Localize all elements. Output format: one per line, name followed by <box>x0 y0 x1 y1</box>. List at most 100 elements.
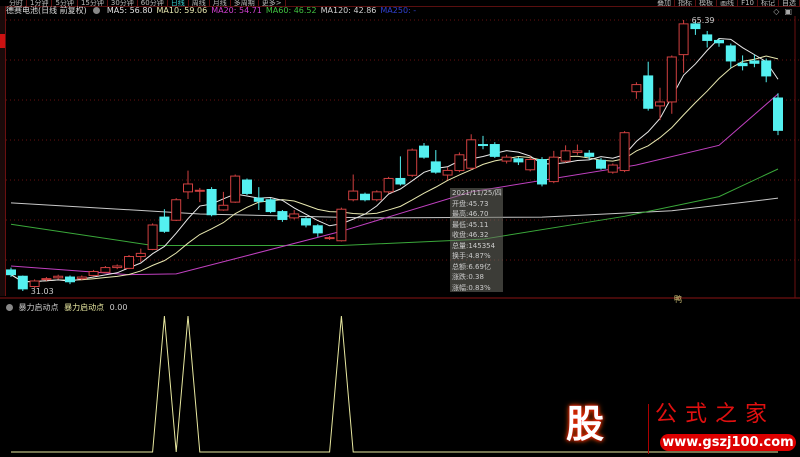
tooltip-line: 最高:46.70 <box>452 210 489 218</box>
candle[interactable] <box>655 87 665 121</box>
candle-body <box>761 60 772 77</box>
candle[interactable] <box>714 38 724 47</box>
candle[interactable] <box>737 55 748 71</box>
candle[interactable] <box>678 20 689 73</box>
candle[interactable] <box>442 167 453 180</box>
candle-body <box>548 156 559 183</box>
low-price-label: 31.03 <box>31 287 54 296</box>
candle-body <box>53 275 64 279</box>
candle[interactable] <box>218 191 229 211</box>
candle-body <box>301 218 311 226</box>
candle-body <box>643 75 654 109</box>
ma5-line <box>10 38 779 283</box>
candle[interactable] <box>619 131 630 173</box>
candle[interactable] <box>301 217 311 228</box>
candle[interactable] <box>324 236 335 240</box>
candle[interactable] <box>112 264 123 270</box>
candle[interactable] <box>501 154 512 164</box>
candle[interactable] <box>17 275 28 291</box>
diamond-icon[interactable]: ◇ <box>773 7 779 16</box>
candle[interactable] <box>265 198 276 214</box>
candle[interactable] <box>100 265 111 274</box>
candle-body <box>489 144 500 157</box>
candle[interactable] <box>206 187 217 217</box>
ma-label-2: MA20: 54.71 <box>211 6 262 15</box>
candle[interactable] <box>572 144 583 155</box>
candle[interactable] <box>348 174 359 202</box>
candle-body <box>596 159 606 169</box>
top-right-icons: ◇ ▣ <box>768 7 792 16</box>
candle-body <box>395 177 406 185</box>
candle-body <box>65 276 75 283</box>
kline-chart[interactable]: 65.39 31.03 鸭 <box>0 0 800 457</box>
candle[interactable] <box>513 157 524 166</box>
ma-label-1: MA10: 59.06 <box>156 6 208 15</box>
settings-dot-icon[interactable] <box>93 7 101 14</box>
ma-label-4: MA120: 42.86 <box>320 6 377 15</box>
candle[interactable] <box>548 150 559 184</box>
candle[interactable] <box>159 209 170 233</box>
candle[interactable] <box>147 223 158 251</box>
candle[interactable] <box>761 58 772 83</box>
candle-body <box>360 193 370 201</box>
candle[interactable] <box>53 274 64 280</box>
candle[interactable] <box>289 209 300 220</box>
candle[interactable] <box>407 148 418 177</box>
candle[interactable] <box>631 82 642 99</box>
candle[interactable] <box>725 43 736 69</box>
candle[interactable] <box>360 192 370 202</box>
candle[interactable] <box>607 163 618 174</box>
indicator-value: 0.00 <box>109 303 128 312</box>
candle[interactable] <box>194 187 205 203</box>
candle[interactable] <box>242 178 252 196</box>
candle[interactable] <box>666 55 677 114</box>
candle[interactable] <box>171 198 182 222</box>
candle[interactable] <box>183 170 193 199</box>
candle-body <box>206 188 217 216</box>
candle[interactable] <box>230 174 241 203</box>
candle[interactable] <box>383 176 394 194</box>
tooltip-line: 涨跌:0.38 <box>452 273 484 281</box>
candle-body <box>6 269 16 276</box>
candle[interactable] <box>466 134 477 170</box>
candle[interactable] <box>253 187 264 210</box>
candle-body <box>147 224 158 250</box>
window-icon[interactable]: ▣ <box>784 7 792 16</box>
candle[interactable] <box>312 224 323 237</box>
candle[interactable] <box>702 30 713 48</box>
tooltip-line: 换手:4.87% <box>452 252 491 260</box>
indicator-line-name: 暴力启动点 <box>64 303 105 312</box>
candle[interactable] <box>430 150 441 174</box>
candle[interactable] <box>277 209 288 222</box>
candle-body <box>88 271 99 276</box>
candle[interactable] <box>88 269 99 277</box>
candle-body <box>678 23 689 56</box>
candle[interactable] <box>6 267 16 278</box>
candle[interactable] <box>643 61 654 111</box>
tooltip-line: 开盘:45.73 <box>452 199 489 208</box>
candle[interactable] <box>560 145 571 163</box>
candle[interactable] <box>489 142 500 158</box>
candle[interactable] <box>454 152 465 173</box>
logo-glyph: 股 <box>566 401 605 446</box>
candle[interactable] <box>124 254 134 270</box>
candle-body <box>289 213 300 219</box>
candle[interactable] <box>336 207 347 242</box>
candle[interactable] <box>371 190 382 202</box>
candle-body <box>135 252 146 258</box>
candle-body <box>655 101 665 107</box>
ma-label-0: MA5: 56.80 <box>106 6 153 15</box>
candle-body <box>277 211 288 220</box>
candle[interactable] <box>537 157 547 187</box>
candle-body <box>194 189 205 192</box>
candle[interactable] <box>395 156 406 186</box>
candle[interactable] <box>478 135 488 150</box>
candle[interactable] <box>65 275 75 285</box>
candle[interactable] <box>419 142 429 159</box>
candle-body <box>383 177 394 193</box>
candle[interactable] <box>773 93 783 136</box>
candle-body <box>183 183 193 193</box>
indicator-settings-icon[interactable] <box>6 304 13 311</box>
candle-body <box>773 97 783 131</box>
side-marker: 鸭 <box>674 294 682 304</box>
